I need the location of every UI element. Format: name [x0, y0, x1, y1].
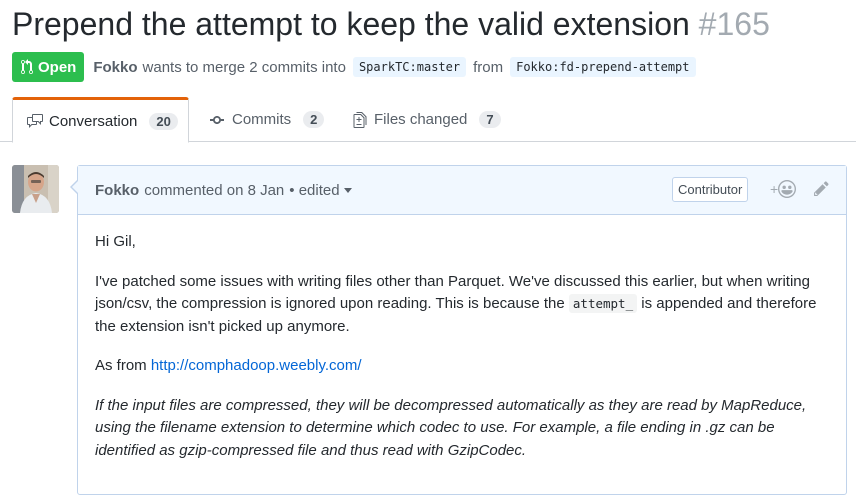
- state-label: Open: [38, 58, 77, 76]
- p2-text: As from: [95, 357, 151, 374]
- pr-meta: Open Fokko wants to merge 2 commits into…: [12, 52, 703, 82]
- user-avatar-icon: [12, 165, 59, 213]
- edit-comment-button[interactable]: [813, 180, 830, 201]
- comment-header: Fokko commented on 8 Jan • edited Contri…: [78, 166, 846, 215]
- git-commit-icon: [210, 115, 224, 124]
- state-badge: Open: [12, 52, 85, 82]
- inline-code: attempt_: [568, 294, 638, 313]
- comphadoop-link[interactable]: http://comphadoop.weebly.com/: [151, 357, 362, 374]
- git-pull-request-icon: [20, 59, 34, 75]
- tab-label: Conversation: [49, 112, 138, 130]
- head-branch[interactable]: Fokko:fd-prepend-attempt: [510, 57, 696, 77]
- comment-box: Fokko commented on 8 Jan • edited Contri…: [70, 165, 847, 495]
- comment-timestamp[interactable]: commented on 8 Jan: [144, 182, 284, 199]
- comment-quote: If the input files are compressed, they …: [95, 396, 807, 459]
- caret-down-icon: [343, 188, 352, 194]
- avatar[interactable]: [12, 165, 59, 213]
- edited-dropdown[interactable]: • edited: [289, 181, 352, 199]
- edited-label: • edited: [289, 181, 340, 199]
- comment-author-link[interactable]: Fokko: [95, 182, 139, 199]
- tab-conversation[interactable]: Conversation 20: [12, 97, 189, 143]
- tab-label: Files changed: [374, 111, 468, 128]
- pr-tabs: Conversation 20 Commits 2 Files changed …: [0, 97, 856, 143]
- comment-body: Hi Gil, I've patched some issues with wr…: [78, 215, 846, 495]
- tab-counter: 2: [303, 111, 325, 128]
- file-diff-icon: [353, 111, 367, 128]
- tab-counter: 7: [479, 111, 501, 128]
- tab-counter: 20: [149, 112, 178, 130]
- pencil-icon: [814, 181, 829, 196]
- comment-paragraph-2: As from http://comphadoop.weebly.com/: [95, 355, 829, 378]
- reaction-plus: +: [770, 181, 779, 197]
- smiley-icon: [778, 180, 797, 198]
- pr-title: Prepend the attempt to keep the valid ex…: [12, 6, 690, 42]
- comment-paragraph-1: I've patched some issues with writing fi…: [95, 271, 829, 339]
- pr-title-row: Prepend the attempt to keep the valid ex…: [12, 0, 852, 48]
- merge-text: wants to merge 2 commits into: [142, 58, 346, 76]
- comment-greeting: Hi Gil,: [95, 233, 136, 250]
- pr-author-link[interactable]: Fokko: [93, 59, 137, 76]
- comment-discussion-icon: [27, 114, 43, 128]
- tab-files-changed[interactable]: Files changed 7: [352, 97, 501, 142]
- from-text: from: [473, 58, 504, 76]
- base-branch[interactable]: SparkTC:master: [352, 57, 467, 77]
- tab-label: Commits: [232, 111, 292, 128]
- add-reaction-button[interactable]: +: [770, 180, 797, 198]
- contributor-badge: Contributor: [672, 177, 749, 202]
- pr-number: #165: [698, 6, 770, 42]
- tab-commits[interactable]: Commits 2: [210, 97, 325, 142]
